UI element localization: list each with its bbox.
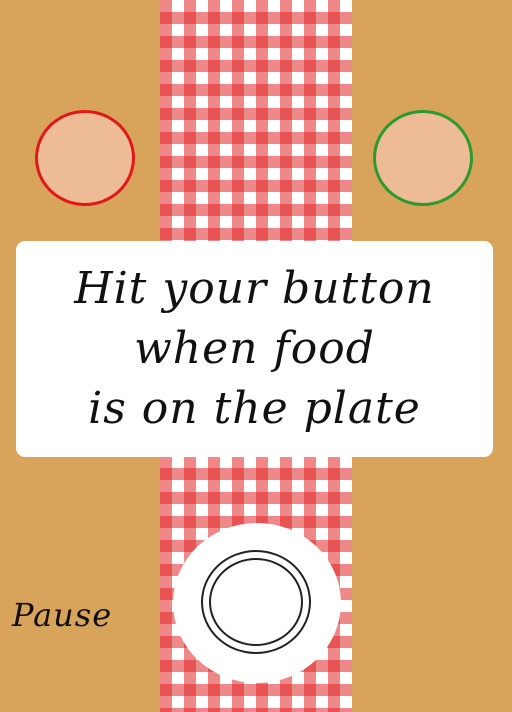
instruction-line-2: when food <box>134 323 375 374</box>
pause-button[interactable]: Pause <box>12 596 112 634</box>
plate-rim-outer <box>201 550 311 654</box>
plate <box>173 523 341 683</box>
green-player-button[interactable] <box>373 110 473 206</box>
instruction-card: Hit your button when food is on the plat… <box>16 241 493 457</box>
red-player-button[interactable] <box>35 110 135 206</box>
plate-rim-inner <box>209 558 303 646</box>
instruction-line-3: is on the plate <box>88 383 421 434</box>
instruction-line-1: Hit your button <box>74 263 435 314</box>
